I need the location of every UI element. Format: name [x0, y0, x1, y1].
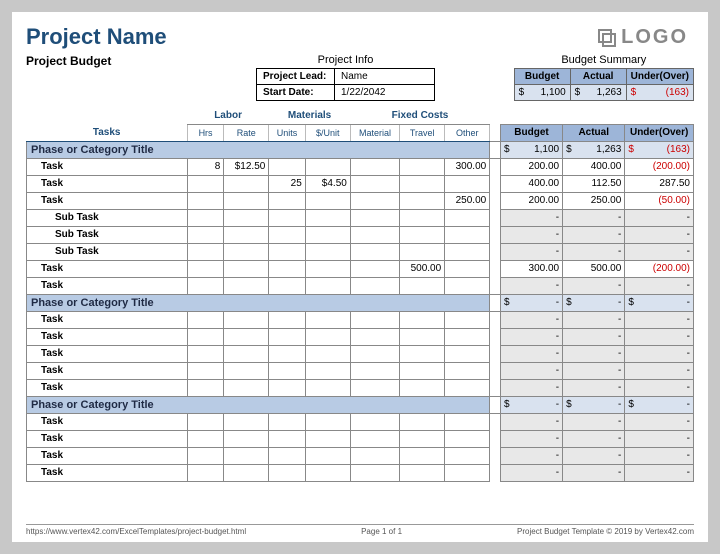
group-fixed: Fixed Costs: [350, 107, 489, 124]
hdr-material: Material: [350, 124, 399, 141]
hdr-actual: Actual: [563, 124, 625, 141]
group-materials: Materials: [269, 107, 351, 124]
table-row: Task---: [27, 277, 694, 294]
hdr-tasks: Tasks: [27, 124, 188, 141]
summary-hdr-budget: Budget: [514, 69, 570, 85]
table-row: Task---: [27, 430, 694, 447]
subtitle: Project Budget: [26, 54, 256, 68]
table-row: Sub Task---: [27, 226, 694, 243]
hdr-travel: Travel: [400, 124, 445, 141]
footer-center: Page 1 of 1: [361, 527, 402, 536]
footer-left: https://www.vertex42.com/ExcelTemplates/…: [26, 527, 246, 536]
summary-actual: $1,263: [570, 85, 626, 101]
project-info-heading: Project Info: [256, 54, 435, 66]
project-info-table: Project Lead:Name Start Date:1/22/2042: [256, 68, 435, 101]
table-row: Task---: [27, 379, 694, 396]
project-lead-value: Name: [335, 69, 435, 85]
start-date-value: 1/22/2042: [335, 85, 435, 101]
hdr-uo: Under(Over): [625, 124, 694, 141]
table-row: Sub Task---: [27, 209, 694, 226]
page: LOGO Project Name Project Budget Project…: [12, 12, 708, 542]
logo-icon: [597, 28, 617, 48]
logo: LOGO: [597, 26, 688, 49]
hdr-units: Units: [269, 124, 305, 141]
page-title: Project Name: [26, 24, 694, 50]
hdr-budget: Budget: [500, 124, 562, 141]
table-row: Task500.00300.00500.00(200.00): [27, 260, 694, 277]
summary-hdr-actual: Actual: [570, 69, 626, 85]
start-date-label: Start Date:: [257, 85, 335, 101]
phase-row: Phase or Category Title $1,100 $1,263 $(…: [27, 141, 694, 158]
budget-summary-heading: Budget Summary: [514, 54, 694, 66]
summary-uo: $(163): [626, 85, 693, 101]
summary-hdr-uo: Under(Over): [626, 69, 693, 85]
summary-budget: $1,100: [514, 85, 570, 101]
budget-grid: Labor Materials Fixed Costs Tasks Hrs Ra…: [26, 107, 694, 482]
table-row: Task---: [27, 311, 694, 328]
budget-summary-table: Budget Actual Under(Over) $1,100 $1,263 …: [514, 68, 694, 101]
footer-right: Project Budget Template © 2019 by Vertex…: [517, 527, 694, 536]
table-row: Task250.00200.00250.00(50.00): [27, 192, 694, 209]
table-row: Task---: [27, 413, 694, 430]
phase-row: Phase or Category Title $- $- $-: [27, 396, 694, 413]
hdr-hrs: Hrs: [187, 124, 223, 141]
phase-row: Phase or Category Title $- $- $-: [27, 294, 694, 311]
group-labor: Labor: [187, 107, 268, 124]
table-row: Task8$12.50300.00200.00400.00(200.00): [27, 158, 694, 175]
table-row: Task---: [27, 328, 694, 345]
table-row: Task---: [27, 345, 694, 362]
hdr-other: Other: [445, 124, 490, 141]
table-row: Task---: [27, 447, 694, 464]
logo-text: LOGO: [621, 26, 688, 49]
table-row: Task25$4.50400.00112.50287.50: [27, 175, 694, 192]
table-row: Task---: [27, 362, 694, 379]
hdr-unitprice: $/Unit: [305, 124, 350, 141]
table-row: Task---: [27, 464, 694, 481]
footer: https://www.vertex42.com/ExcelTemplates/…: [26, 524, 694, 536]
hdr-rate: Rate: [224, 124, 269, 141]
table-row: Sub Task---: [27, 243, 694, 260]
project-lead-label: Project Lead:: [257, 69, 335, 85]
